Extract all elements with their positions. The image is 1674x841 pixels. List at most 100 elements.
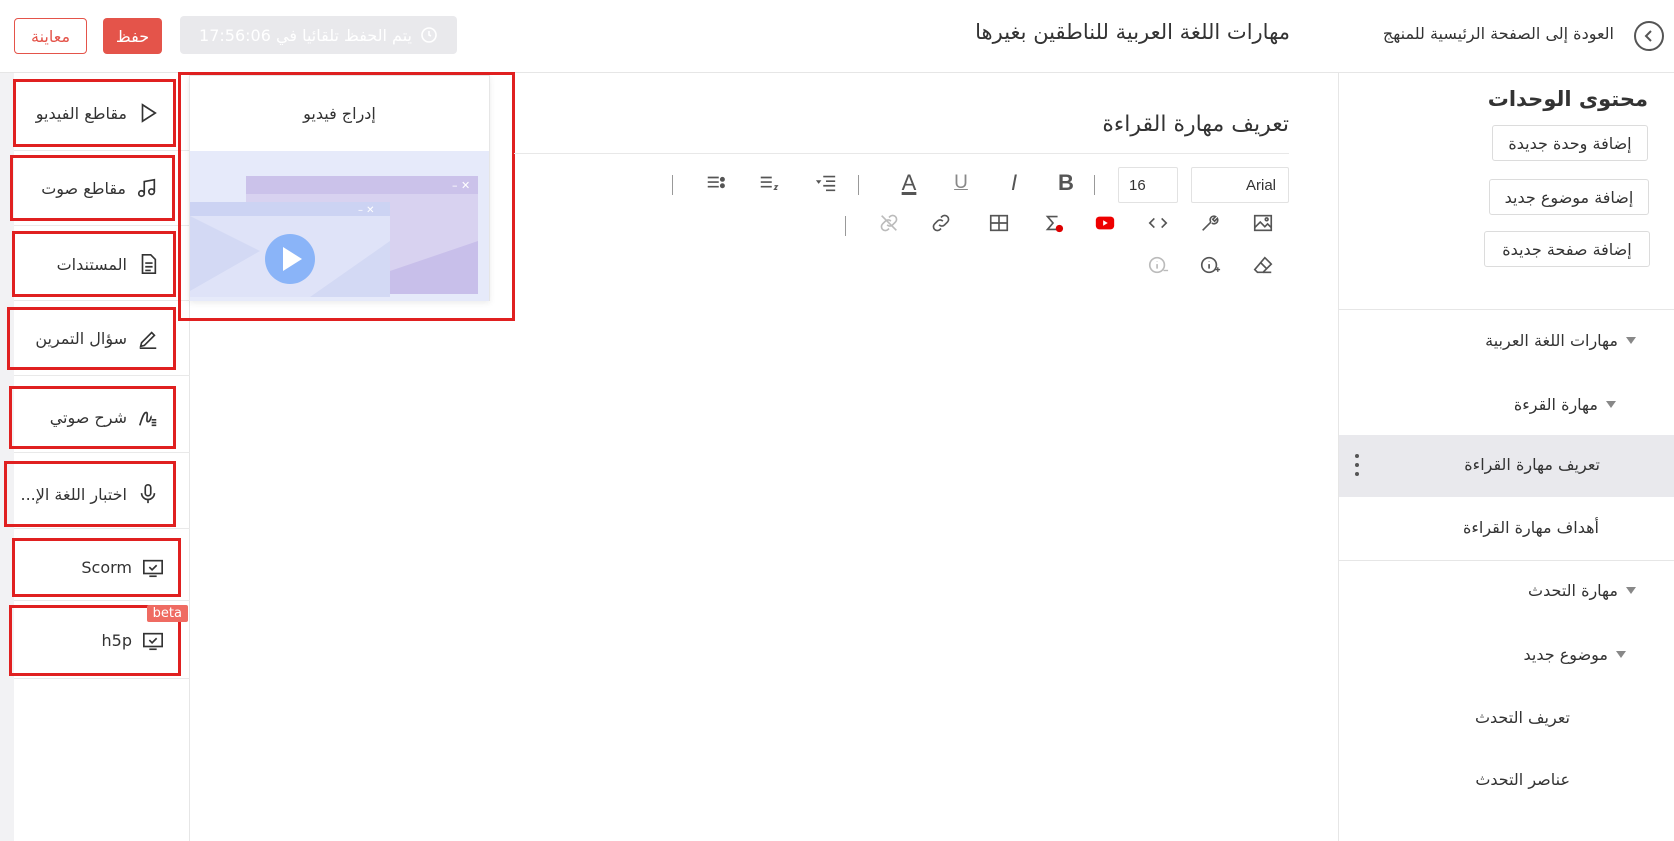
link-icon[interactable] — [927, 209, 955, 237]
tree-item-label: مهارة القرءة — [1513, 395, 1598, 414]
tool-h5p-label: h5p — [101, 631, 132, 650]
code-icon[interactable] — [1144, 209, 1172, 237]
tool-audio[interactable]: مقاطع صوت — [10, 155, 175, 221]
unlink-icon[interactable] — [875, 209, 903, 237]
font-color-glyph: A — [901, 170, 917, 195]
divider — [14, 225, 190, 226]
wrench-icon[interactable] — [1196, 209, 1224, 237]
divider — [14, 528, 190, 529]
ordered-list-icon[interactable] — [755, 169, 783, 197]
font-family-select[interactable]: Arial — [1191, 167, 1289, 203]
divider — [1339, 309, 1674, 310]
caret-down-icon[interactable] — [1626, 587, 1636, 594]
divider — [14, 452, 190, 453]
tree-item-page[interactable]: تعريف التحدث — [1475, 708, 1570, 727]
info-add-icon[interactable] — [1196, 251, 1224, 279]
clock-icon — [421, 27, 437, 43]
tool-h5p[interactable]: beta h5p — [9, 605, 188, 676]
tool-exercise-label: سؤال التمرين — [35, 329, 127, 348]
autosave-text: يتم الحفظ تلقائيا في 17:56:06 — [199, 25, 412, 45]
back-arrow-icon[interactable] — [1634, 21, 1664, 51]
info-remove-icon[interactable] — [1144, 251, 1172, 279]
tool-scorm[interactable]: Scorm — [12, 538, 181, 597]
italic-glyph: I — [1010, 170, 1018, 195]
tree-item-label: تعريف التحدث — [1474, 708, 1570, 727]
toolbar-separator — [1094, 175, 1095, 195]
document-icon — [141, 254, 157, 274]
bold-button[interactable]: B — [1052, 169, 1080, 197]
insert-video-card[interactable]: إدراج فيديو – ✕ – ✕ — [189, 75, 490, 301]
toolbar-separator — [858, 175, 859, 195]
tree-item-label: موضوع جديد — [1523, 645, 1608, 664]
formula-icon[interactable] — [1039, 209, 1067, 237]
caret-down-icon[interactable] — [1616, 651, 1626, 658]
toolbar-separator — [845, 216, 846, 236]
divider — [14, 300, 190, 301]
tool-exercise-question[interactable]: سؤال التمرين — [7, 307, 176, 370]
font-family-value: Arial — [1245, 176, 1276, 194]
page-heading[interactable]: تعريف مهارة القراءة — [1102, 112, 1289, 137]
tool-audio-explanation-label: شرح صوتي — [49, 408, 127, 427]
tree-item-topic[interactable]: مهارة القرءة — [1514, 395, 1616, 414]
divider — [14, 678, 190, 679]
tree-item-label: عناصر التحدث — [1475, 770, 1570, 789]
underline-button[interactable]: U — [947, 169, 975, 197]
beta-badge: beta — [146, 605, 188, 622]
tree-item-unit[interactable]: مهارة التحدث — [1528, 581, 1636, 600]
monitor-check-icon — [143, 632, 163, 650]
tool-video[interactable]: مقاطع الفيديو — [13, 79, 176, 147]
monitor-check-icon — [143, 559, 163, 577]
caret-down-icon[interactable] — [1626, 337, 1636, 344]
tree-item-page-active[interactable]: تعريف مهارة القراءة — [1339, 435, 1674, 497]
font-size-value: 16 — [1129, 176, 1146, 194]
tree-item-label: مهارة التحدث — [1528, 581, 1618, 600]
align-dropdown-icon[interactable] — [812, 169, 840, 197]
add-page-button[interactable]: إضافة صفحة جديدة — [1484, 231, 1650, 267]
bold-glyph: B — [1058, 170, 1074, 195]
toolbar-separator — [672, 175, 673, 195]
tree-item-page[interactable]: عناصر التحدث — [1475, 770, 1570, 789]
tool-audio-label: مقاطع صوت — [41, 178, 126, 198]
youtube-icon[interactable] — [1091, 209, 1119, 237]
tree-item-label: أهداف مهارة القراءة — [1462, 518, 1599, 537]
underline-glyph: U — [954, 172, 968, 193]
tree-item-topic[interactable]: موضوع جديد — [1524, 645, 1626, 664]
table-icon[interactable] — [985, 209, 1013, 237]
bulleted-list-icon[interactable] — [702, 169, 730, 197]
insert-video-title: إدراج فيديو — [303, 104, 376, 123]
add-topic-button[interactable]: إضافة موضوع جديد — [1489, 179, 1649, 215]
tool-documents-label: المستندات — [56, 254, 127, 274]
divider — [1339, 560, 1674, 561]
tree-item-label-wrap: تعريف مهارة القراءة — [1464, 455, 1600, 474]
tool-language-test-label: اختبار اللغة الإ... — [20, 484, 127, 504]
font-color-button[interactable]: A — [895, 169, 923, 197]
preview-button[interactable]: معاينة — [14, 18, 87, 54]
add-unit-button[interactable]: إضافة وحدة جديدة — [1492, 125, 1648, 161]
play-icon — [141, 103, 157, 123]
caret-down-icon[interactable] — [1606, 401, 1616, 408]
tool-language-test[interactable]: اختبار اللغة الإ... — [4, 461, 176, 527]
tool-video-label: مقاطع الفيديو — [35, 103, 127, 123]
italic-button[interactable]: I — [1000, 169, 1028, 197]
tool-documents[interactable]: المستندات — [12, 231, 176, 297]
svg-text:– ✕: – ✕ — [358, 205, 375, 216]
heading-underline — [514, 153, 1289, 154]
font-size-input[interactable]: 16 — [1118, 167, 1178, 203]
units-title: محتوى الوحدات — [1487, 87, 1648, 111]
course-title: مهارات اللغة العربية للناطقين بغيرها — [975, 20, 1290, 44]
tree-item-label: مهارات اللغة العربية — [1485, 331, 1618, 350]
tool-audio-explanation[interactable]: شرح صوتي — [9, 386, 176, 449]
back-to-curriculum-link[interactable]: العودة إلى الصفحة الرئيسية للمنهج — [1383, 24, 1614, 43]
image-icon[interactable] — [1249, 209, 1277, 237]
tree-item-page[interactable]: أهداف مهارة القراءة — [1463, 518, 1599, 537]
tree-item-unit[interactable]: مهارات اللغة العربية — [1485, 331, 1636, 350]
pencil-icon — [139, 330, 157, 349]
eraser-icon[interactable] — [1249, 251, 1277, 279]
microphone-icon — [140, 484, 156, 504]
tree-item-label: تعريف مهارة القراءة — [1464, 455, 1600, 474]
divider — [14, 150, 190, 151]
svg-text:– ✕: – ✕ — [452, 179, 470, 192]
more-options-icon[interactable] — [1355, 454, 1359, 476]
music-note-icon — [137, 178, 156, 198]
save-button[interactable]: حفظ — [103, 18, 162, 54]
